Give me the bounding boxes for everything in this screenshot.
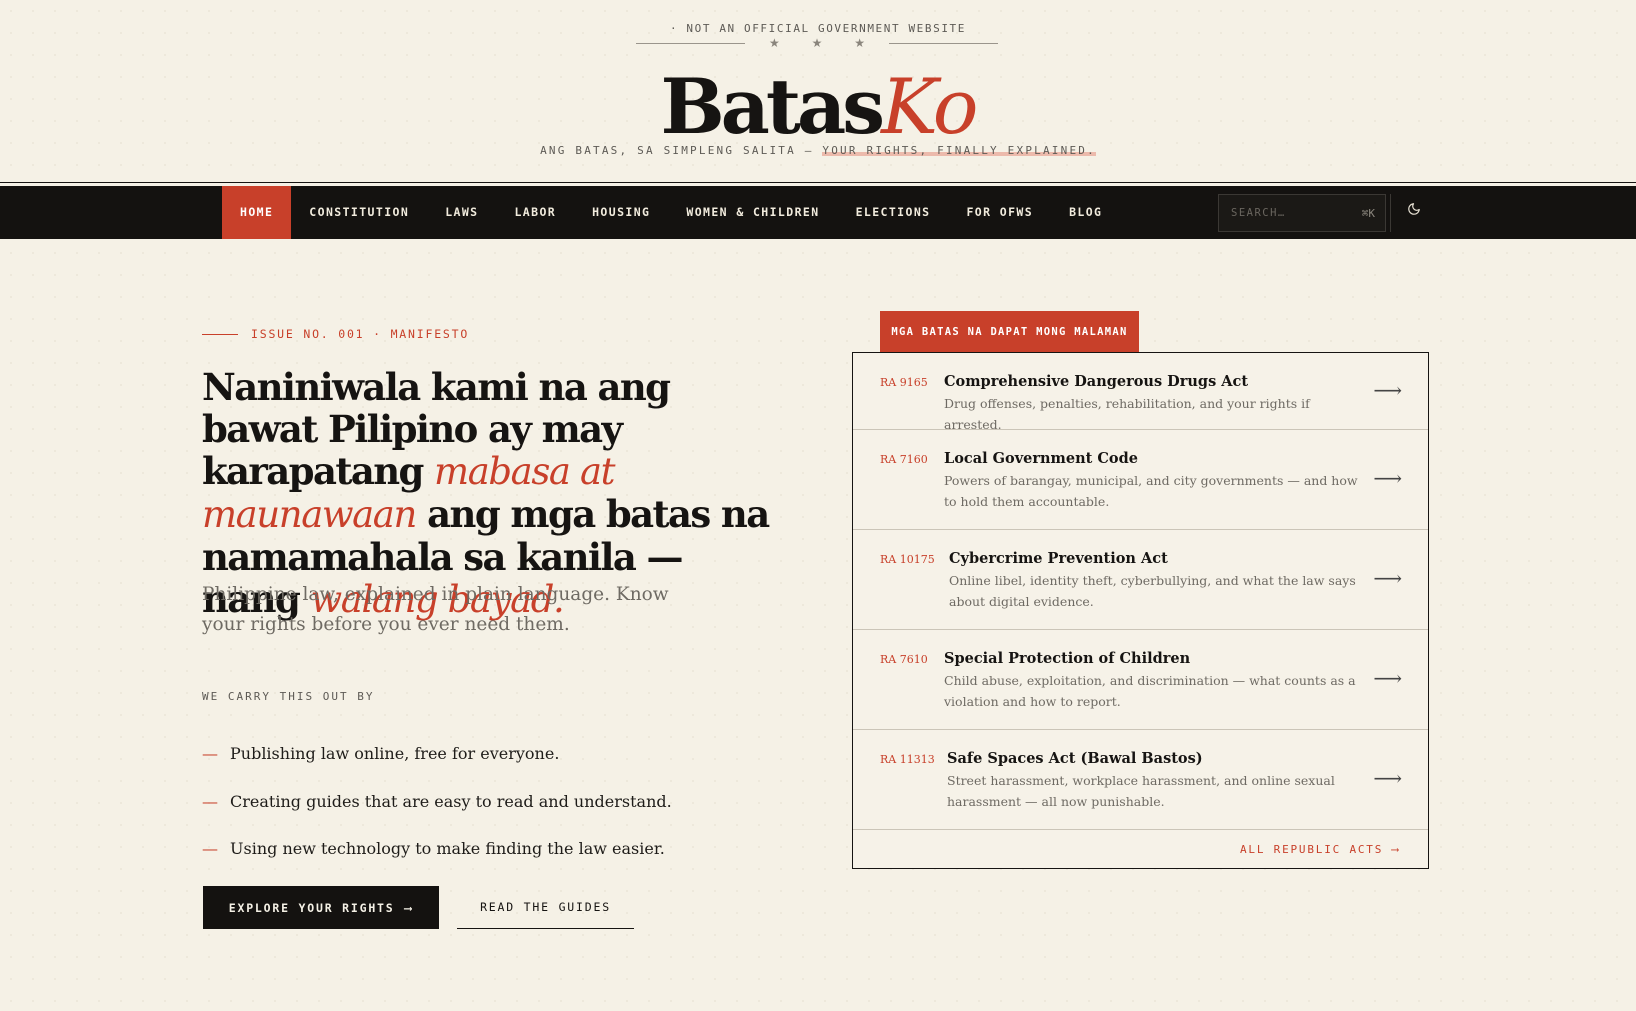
search-box[interactable]: ⌘K xyxy=(1218,194,1386,232)
search-input[interactable] xyxy=(1231,207,1341,219)
panel-tab: MGA BATAS NA DAPAT MONG MALAMAN xyxy=(880,311,1139,352)
divider-line-left xyxy=(636,42,746,44)
bullet-text: Publishing law online, free for everyone… xyxy=(230,744,560,764)
list-item: — Using new technology to make finding th… xyxy=(202,825,672,873)
arrow-right-icon: ⟶ xyxy=(404,900,414,915)
explore-rights-label: EXPLORE YOUR RIGHTS xyxy=(228,900,395,915)
nav-item-home[interactable]: HOME xyxy=(222,186,292,239)
nav-items: HOME CONSTITUTION LAWS LABOR HOUSING WOM… xyxy=(222,186,1120,239)
explore-rights-button[interactable]: EXPLORE YOUR RIGHTS ⟶ xyxy=(203,886,439,929)
mission-list: — Publishing law online, free for everyon… xyxy=(202,730,672,873)
bullet-dash: — xyxy=(202,744,218,764)
law-row-ra-7610[interactable]: RA 7610 Special Protection of Children C… xyxy=(853,630,1428,730)
law-desc: Online libel, identity theft, cyberbully… xyxy=(949,573,1356,609)
law-row-ra-11313[interactable]: RA 11313 Safe Spaces Act (Bawal Bastos) … xyxy=(853,730,1428,830)
list-item: — Publishing law online, free for everyon… xyxy=(202,730,672,778)
bullet-text: Using new technology to make finding the… xyxy=(230,839,665,859)
law-title: Local Government Code xyxy=(944,450,1138,467)
law-row-ra-9165[interactable]: RA 9165 Comprehensive Dangerous Drugs Ac… xyxy=(853,353,1428,432)
issue-label: ISSUE NO. 001 · MANIFESTO xyxy=(202,327,469,341)
law-title: Cybercrime Prevention Act xyxy=(949,550,1168,567)
law-content: Cybercrime Prevention Act Online libel, … xyxy=(949,549,1369,612)
moon-icon xyxy=(1408,203,1420,215)
nav-item-labor[interactable]: LABOR xyxy=(496,186,574,239)
law-title: Safe Spaces Act (Bawal Bastos) xyxy=(947,750,1203,767)
tagline-highlight: YOUR RIGHTS, FINALLY EXPLAINED. xyxy=(822,144,1096,157)
tagline-prefix: ANG BATAS, SA SIMPLENG SALITA — xyxy=(540,144,823,157)
nav-item-elections[interactable]: ELECTIONS xyxy=(838,186,949,239)
bullet-text: Creating guides that are easy to read an… xyxy=(230,791,672,811)
bullet-dash: — xyxy=(202,839,218,859)
read-guides-button[interactable]: READ THE GUIDES xyxy=(457,886,634,929)
arrow-right-icon: ⟶ xyxy=(1373,378,1402,402)
law-ra-number: RA 7610 xyxy=(880,653,928,666)
carry-label: WE CARRY THIS OUT BY xyxy=(202,690,375,703)
law-row-ra-10175[interactable]: RA 10175 Cybercrime Prevention Act Onlin… xyxy=(853,530,1428,630)
nav-item-women-children[interactable]: WOMEN & CHILDREN xyxy=(668,186,837,239)
laws-panel: RA 9165 Comprehensive Dangerous Drugs Ac… xyxy=(852,352,1429,869)
law-row-ra-7160[interactable]: RA 7160 Local Government Code Powers of … xyxy=(853,430,1428,530)
arrow-right-icon: ⟶ xyxy=(1373,666,1402,690)
unofficial-notice: · NOT AN OFFICIAL GOVERNMENT WEBSITE xyxy=(669,22,966,35)
issue-text: ISSUE NO. 001 · MANIFESTO xyxy=(251,327,470,341)
law-content: Special Protection of Children Child abu… xyxy=(944,649,1364,712)
law-ra-number: RA 7160 xyxy=(880,453,928,466)
law-content: Comprehensive Dangerous Drugs Act Drug o… xyxy=(944,372,1364,435)
issue-dash xyxy=(202,333,238,335)
law-content: Safe Spaces Act (Bawal Bastos) Street ha… xyxy=(947,749,1367,812)
main-nav: HOME CONSTITUTION LAWS LABOR HOUSING WOM… xyxy=(0,186,1636,239)
header-rule xyxy=(0,182,1636,183)
nav-item-laws[interactable]: LAWS xyxy=(427,186,496,239)
all-republic-acts-link[interactable]: ALL REPUBLIC ACTS ⟶ xyxy=(853,830,1428,868)
search-shortcut: ⌘K xyxy=(1361,206,1375,220)
site-logo[interactable]: BatasKo xyxy=(0,62,1636,152)
nav-divider xyxy=(1390,194,1391,232)
law-content: Local Government Code Powers of barangay… xyxy=(944,449,1364,512)
arrow-right-icon: ⟶ xyxy=(1373,466,1402,490)
arrow-right-icon: ⟶ xyxy=(1373,766,1402,790)
stars-icon: ★ ★ ★ xyxy=(769,36,879,50)
star-divider: ★ ★ ★ xyxy=(636,36,998,50)
law-title: Special Protection of Children xyxy=(944,650,1191,667)
nav-item-constitution[interactable]: CONSTITUTION xyxy=(291,186,427,239)
nav-item-housing[interactable]: HOUSING xyxy=(574,186,668,239)
law-desc: Child abuse, exploitation, and discrimin… xyxy=(944,673,1356,709)
law-desc: Drug offenses, penalties, rehabilitation… xyxy=(944,396,1310,432)
law-ra-number: RA 11313 xyxy=(880,753,935,766)
logo-accent: Ko xyxy=(881,62,978,151)
site-tagline: ANG BATAS, SA SIMPLENG SALITA — YOUR RIG… xyxy=(0,144,1636,157)
law-desc: Street harassment, workplace harassment,… xyxy=(947,773,1335,809)
law-ra-number: RA 9165 xyxy=(880,376,928,389)
nav-item-blog[interactable]: BLOG xyxy=(1051,186,1120,239)
bullet-dash: — xyxy=(202,791,218,811)
nav-item-ofws[interactable]: FOR OFWS xyxy=(948,186,1051,239)
theme-toggle-button[interactable] xyxy=(1400,195,1428,223)
logo-main: Batas xyxy=(660,62,885,151)
hero-subhead: Philippine law, explained in plain langu… xyxy=(202,584,669,635)
arrow-right-icon: ⟶ xyxy=(1373,566,1402,590)
list-item: — Creating guides that are easy to read a… xyxy=(202,778,672,826)
law-title: Comprehensive Dangerous Drugs Act xyxy=(944,373,1249,390)
law-ra-number: RA 10175 xyxy=(880,553,935,566)
law-desc: Powers of barangay, municipal, and city … xyxy=(944,473,1358,509)
divider-line-right xyxy=(888,42,998,44)
